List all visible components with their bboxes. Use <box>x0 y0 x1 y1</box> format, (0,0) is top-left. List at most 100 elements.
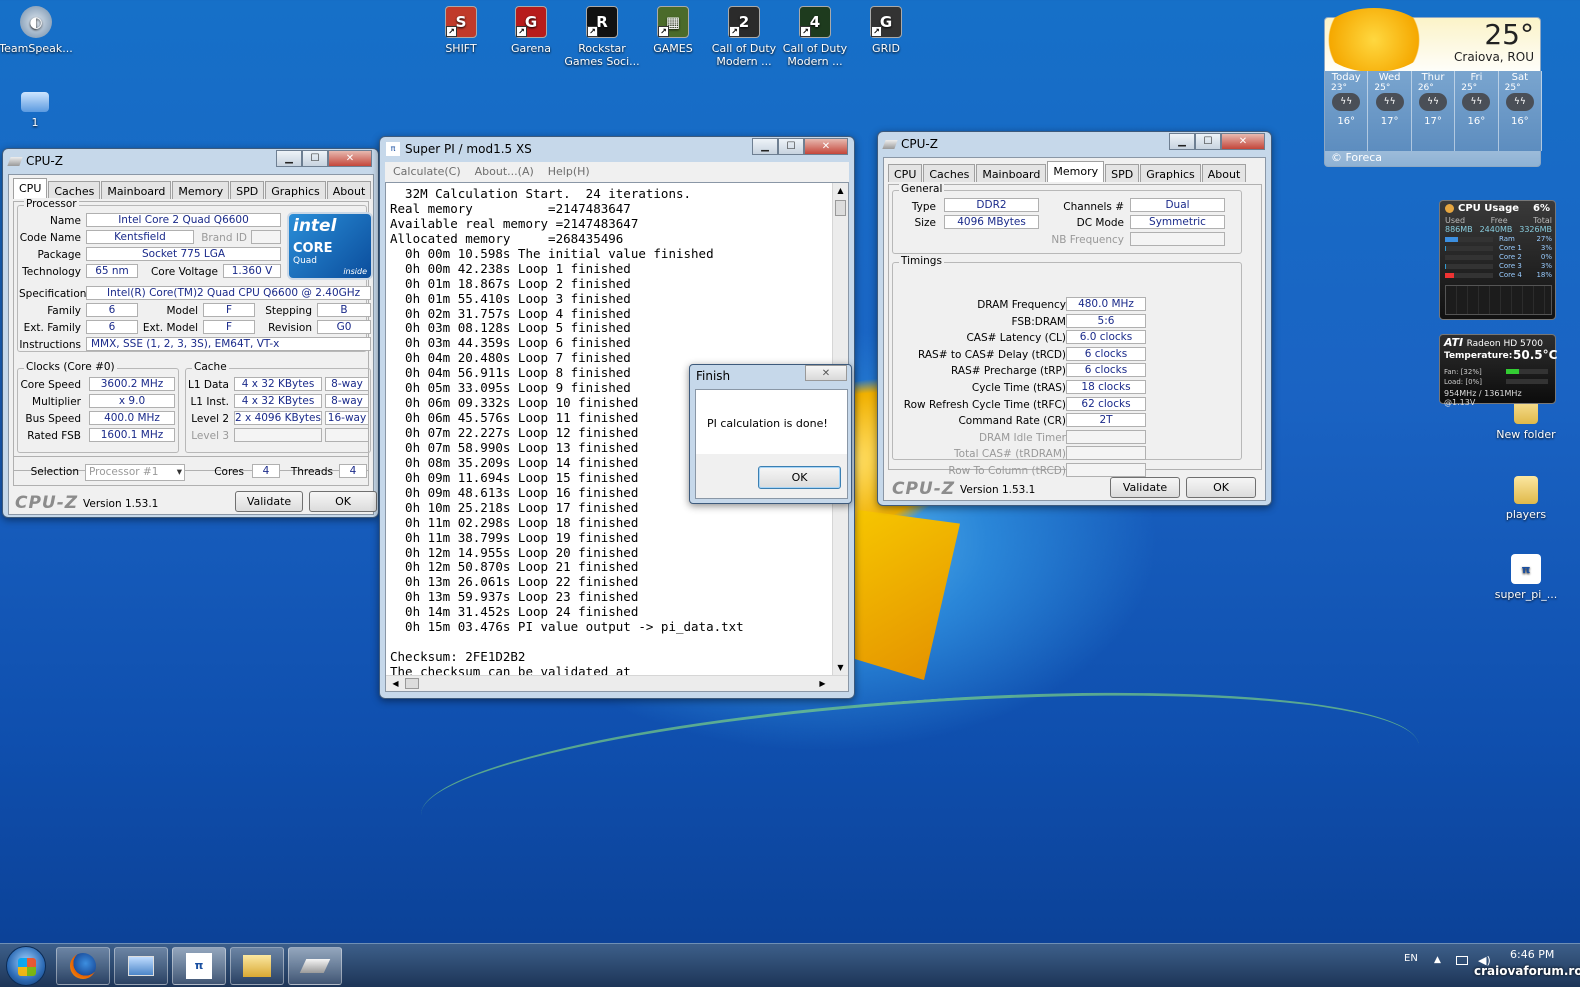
menu-item-3[interactable]: Help(H) <box>548 165 590 179</box>
cpu-usage-row: Core 4 18% <box>1445 271 1552 280</box>
desktop-icon-7[interactable]: G ↗ GRID <box>848 6 924 55</box>
network-icon[interactable] <box>1456 956 1468 965</box>
close-button[interactable]: ✕ <box>1221 133 1265 150</box>
shortcut-arrow-icon: ↗ <box>658 26 669 37</box>
taskbar-explorer[interactable] <box>230 947 284 985</box>
super-pi-app-icon: π <box>386 142 400 156</box>
minimize-button[interactable]: ▁ <box>276 150 302 167</box>
taskbar-computer[interactable] <box>114 947 168 985</box>
tab-memory[interactable]: Memory <box>172 181 230 199</box>
desktop-icon-super-pi[interactable]: π super_pi_... <box>1488 554 1564 601</box>
cache-associativity: 8-way <box>325 377 369 391</box>
tab-caches[interactable]: Caches <box>48 181 101 199</box>
cache-value: 2 x 4096 KBytes <box>234 411 322 425</box>
tab-spd[interactable]: SPD <box>1105 164 1140 182</box>
cache-value: 4 x 32 KBytes <box>234 377 322 391</box>
desktop-icon-computer[interactable]: 1 <box>0 92 73 129</box>
timing-value: 6.0 clocks <box>1066 330 1146 345</box>
start-button[interactable] <box>6 946 46 986</box>
taskbar-cpuz[interactable] <box>288 947 342 985</box>
tab-graphics[interactable]: Graphics <box>265 181 326 199</box>
storm-cloud-icon: ϟϟ <box>1505 93 1534 111</box>
group-title: Timings <box>899 255 944 267</box>
scroll-right-icon[interactable]: ▶ <box>815 676 830 691</box>
used-label: Used <box>1445 216 1466 225</box>
scroll-down-icon[interactable]: ▼ <box>833 660 848 675</box>
shortcut-arrow-icon: ↗ <box>800 26 811 37</box>
ati-gpu-gadget[interactable]: ATI Radeon HD 5700 Temperature: 50.5°C F… <box>1439 334 1558 407</box>
ati-temp-label: Temperature: <box>1444 351 1513 361</box>
clock-label: Bus Speed <box>25 413 81 425</box>
ok-button[interactable]: OK <box>758 466 841 489</box>
tab-spd[interactable]: SPD <box>230 181 265 199</box>
desktop-icon-players[interactable]: players <box>1488 476 1564 521</box>
window-title: CPU-Z <box>901 137 938 151</box>
value-spec: Intel(R) Core(TM)2 Quad CPU Q6600 @ 2.40… <box>86 286 371 300</box>
super-pi-icon: π <box>1511 554 1541 584</box>
desktop-icon-3[interactable]: R ↗ Rockstar Games Soci... <box>564 6 640 68</box>
cpuz-window-cpu[interactable]: CPU-Z ▁ ☐ ✕ CPU Caches Mainboard Memory SPD Gra… <box>2 148 379 518</box>
value-family: 6 <box>86 303 138 317</box>
language-indicator[interactable]: EN <box>1404 953 1418 964</box>
validate-button[interactable]: Validate <box>235 491 303 512</box>
timing-label: CAS# Latency (CL) <box>966 332 1066 345</box>
desktop-icon-1[interactable]: S ↗ SHIFT <box>423 6 499 55</box>
timing-value: 480.0 MHz <box>1066 297 1146 311</box>
output-line: 0h 12m 14.955s Loop 20 finished <box>390 544 639 560</box>
ati-fan: Fan: [32%] <box>1444 368 1482 376</box>
cpuz-window-memory[interactable]: CPU-Z ▁ ☐ ✕ CPU Caches Mainboard Memory SPD Gra… <box>877 131 1272 506</box>
menu-item-1[interactable]: Calculate(C) <box>393 165 461 179</box>
cpu-gadget-pct: 6% <box>1533 203 1550 214</box>
ok-button[interactable]: OK <box>1186 477 1256 498</box>
sun-icon <box>1319 8 1429 72</box>
tab-about[interactable]: About <box>1201 164 1247 182</box>
cpuz-app-icon <box>7 156 23 166</box>
tab-mainboard[interactable]: Mainboard <box>976 164 1047 182</box>
scroll-left-icon[interactable]: ◀ <box>388 676 403 691</box>
shortcut-arrow-icon: ↗ <box>516 26 527 37</box>
clock[interactable]: 6:46 PM <box>1510 948 1554 961</box>
forecast-high: 23° <box>1331 83 1347 93</box>
scroll-thumb[interactable] <box>835 200 846 216</box>
hscroll-thumb[interactable] <box>405 678 419 689</box>
finish-dialog[interactable]: Finish ✕ PI calculation is done! OK <box>689 364 852 504</box>
maximize-button[interactable]: ☐ <box>778 138 804 155</box>
close-button[interactable]: ✕ <box>328 150 372 167</box>
scroll-up-icon[interactable]: ▲ <box>833 183 848 198</box>
tab-cpu[interactable]: CPU <box>13 178 48 199</box>
tab-graphics[interactable]: Graphics <box>1140 164 1201 182</box>
desktop-icon-4[interactable]: ▦ ↗ GAMES <box>635 6 711 55</box>
maximize-button[interactable]: ☐ <box>302 150 328 167</box>
tab-caches[interactable]: Caches <box>923 164 976 182</box>
label-technology: Technology <box>22 266 81 278</box>
taskbar-superpi[interactable]: π <box>172 947 226 985</box>
tab-memory[interactable]: Memory <box>1047 161 1105 182</box>
ati-temp: 50.5°C <box>1513 348 1558 362</box>
cpu-usage-gadget[interactable]: CPU Usage 6% Used Free Total 886MB 2440MB 33… <box>1439 200 1556 320</box>
close-button[interactable]: ✕ <box>804 138 848 155</box>
tab-cpu[interactable]: CPU <box>888 164 923 182</box>
desktop-icon-5[interactable]: 2 ↗ Call of Duty Modern ... <box>706 6 782 68</box>
maximize-button[interactable]: ☐ <box>1195 133 1221 150</box>
desktop-icon-teamspeak[interactable]: ◐ TeamSpeak... <box>0 6 74 55</box>
minimize-button[interactable]: ▁ <box>752 138 778 155</box>
taskbar-firefox[interactable] <box>56 947 110 985</box>
value-nbfreq <box>1130 232 1225 246</box>
tab-about[interactable]: About <box>326 181 372 199</box>
tab-mainboard[interactable]: Mainboard <box>101 181 172 199</box>
clock-label: Core Speed <box>20 379 81 391</box>
cache-label: Level 2 <box>191 413 229 425</box>
minimize-button[interactable]: ▁ <box>1169 133 1195 150</box>
close-button[interactable]: ✕ <box>805 365 847 381</box>
weather-gadget[interactable]: 25° Craiova, ROU Today 23° ϟϟ 16° Wed 25° ϟϟ 17… <box>1319 8 1543 167</box>
horizontal-scrollbar[interactable]: ◀ ▶ <box>386 675 848 691</box>
processor-select[interactable]: Processor #1 ▾ <box>85 464 185 481</box>
validate-button[interactable]: Validate <box>1110 477 1180 498</box>
menu-item-2[interactable]: About...(A) <box>475 165 534 179</box>
desktop-icon-2[interactable]: G ↗ Garena <box>493 6 569 55</box>
teamspeak-icon: ◐ <box>20 6 52 38</box>
value-instructions: MMX, SSE (1, 2, 3, 3S), EM64T, VT-x <box>86 337 371 351</box>
show-hidden-icons[interactable]: ▲ <box>1434 955 1441 965</box>
ok-button[interactable]: OK <box>309 491 377 512</box>
desktop-icon-6[interactable]: 4 ↗ Call of Duty Modern ... <box>777 6 853 68</box>
